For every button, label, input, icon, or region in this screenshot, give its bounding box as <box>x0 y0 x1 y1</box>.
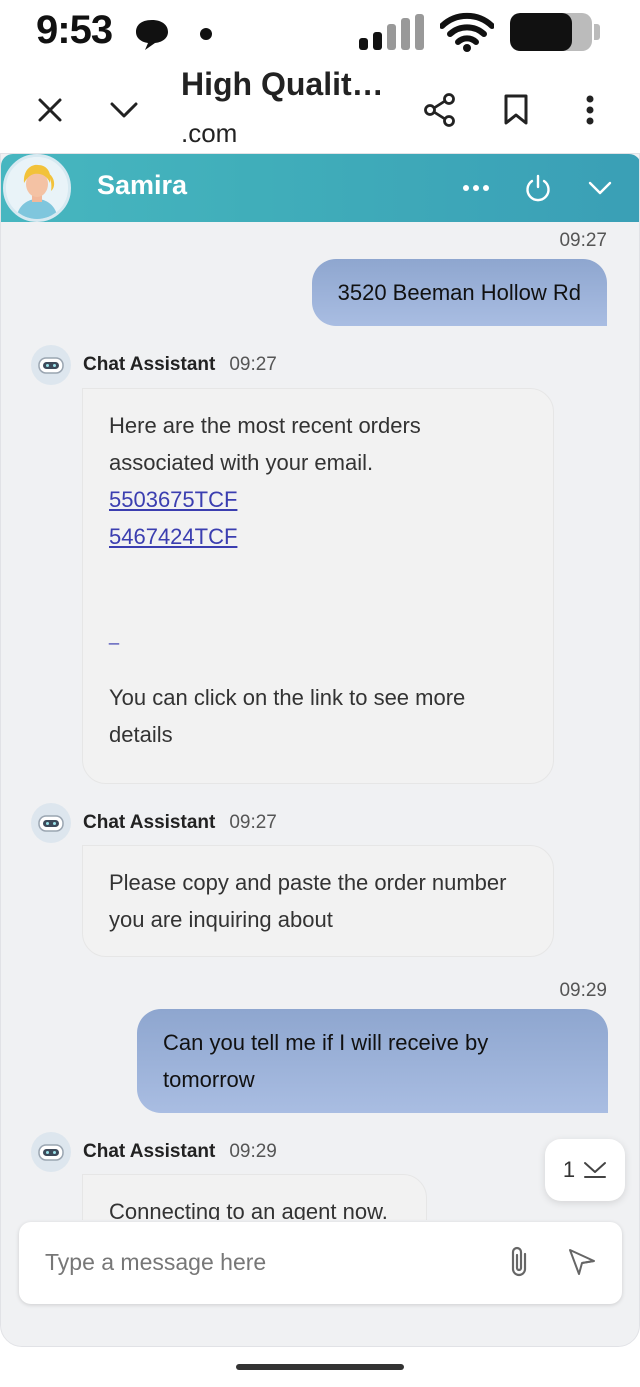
collapse-button[interactable] <box>100 86 148 134</box>
message-timestamp: 09:27 <box>229 812 277 833</box>
message-composer <box>19 1222 622 1304</box>
more-horizontal-icon <box>463 185 489 191</box>
bot-sender-name: Chat Assistant <box>83 1141 216 1162</box>
paperclip-icon <box>511 1246 527 1277</box>
scroll-down-icon <box>584 1162 607 1178</box>
bot-message-text: Here are the most recent orders associat… <box>109 413 421 475</box>
chevron-down-icon <box>588 181 612 195</box>
bot-sender-name: Chat Assistant <box>83 354 216 375</box>
bot-sender-name: Chat Assistant <box>83 812 216 833</box>
agent-avatar <box>3 154 71 222</box>
user-message-bubble: 3520 Beeman Hollow Rd <box>311 259 607 326</box>
robot-icon <box>38 815 64 832</box>
battery-icon <box>510 13 592 51</box>
message-timestamp: 09:29 <box>559 980 607 1001</box>
share-button[interactable] <box>416 86 464 134</box>
bot-message-bubble: Here are the most recent orders associat… <box>82 388 554 784</box>
bookmark-button[interactable] <box>492 86 540 134</box>
bot-message-header: Chat Assistant 09:27 <box>31 803 277 843</box>
chat-widget: Samira 09:27 3520 Beeman Hollow Rd Chat … <box>0 153 640 1347</box>
user-message-text: 3520 Beeman Hollow Rd <box>337 280 581 305</box>
status-bar: 9:53 <box>0 0 640 64</box>
more-menu-button[interactable] <box>566 86 614 134</box>
new-messages-count: 1 <box>562 1157 576 1182</box>
bot-avatar <box>31 1132 71 1172</box>
order-link[interactable]: 5467424TCF <box>109 518 527 555</box>
bot-message-bubble: Please copy and paste the order number y… <box>82 845 554 957</box>
close-button[interactable] <box>26 86 74 134</box>
bot-message-text: You can click on the link to see more de… <box>109 685 466 747</box>
message-timestamp: 09:27 <box>229 354 277 375</box>
chat-bubble-icon <box>136 20 168 50</box>
wifi-icon <box>440 12 494 52</box>
bookmark-icon <box>504 94 528 125</box>
bot-avatar <box>31 345 71 385</box>
user-message-text: Can you tell me if I will receive by tom… <box>163 1030 489 1092</box>
bot-avatar <box>31 803 71 843</box>
order-link[interactable]: 5503675TCF <box>109 481 527 518</box>
more-vertical-icon <box>586 95 594 125</box>
battery-fill <box>510 13 572 51</box>
minimize-chat-button[interactable] <box>578 166 622 210</box>
bot-message-text: Please copy and paste the order number y… <box>109 870 507 932</box>
chevron-down-icon <box>110 102 138 118</box>
page-title: High Qualit… <box>181 66 384 102</box>
page-url[interactable]: .com <box>181 118 237 149</box>
message-timestamp: 09:27 <box>559 230 607 251</box>
dot-icon <box>200 28 212 40</box>
home-indicator[interactable] <box>236 1364 404 1370</box>
share-icon <box>424 93 455 127</box>
agent-name: Samira <box>97 170 188 200</box>
send-icon <box>569 1249 595 1275</box>
attach-button[interactable] <box>499 1242 539 1282</box>
user-message-bubble: Can you tell me if I will receive by tom… <box>137 1009 608 1113</box>
bot-message-header: Chat Assistant 09:27 <box>31 345 277 385</box>
chat-options-button[interactable] <box>454 166 498 210</box>
message-timestamp: 09:29 <box>229 1141 277 1162</box>
bot-message-header: Chat Assistant 09:29 <box>31 1132 277 1172</box>
new-messages-badge[interactable]: 1 <box>545 1139 625 1201</box>
robot-icon <box>38 357 64 374</box>
robot-icon <box>38 1144 64 1161</box>
chat-header: Samira <box>1 154 639 222</box>
power-icon <box>526 174 550 202</box>
end-chat-button[interactable] <box>516 166 560 210</box>
stray-link[interactable]: _ <box>109 623 527 647</box>
cell-signal-icon <box>359 14 424 50</box>
close-icon <box>38 98 62 122</box>
browser-toolbar: High Qualit… .com <box>0 64 640 154</box>
send-button[interactable] <box>562 1242 602 1282</box>
message-input[interactable] <box>45 1242 465 1282</box>
status-time: 9:53 <box>36 8 113 52</box>
status-notification-icons <box>134 14 224 59</box>
